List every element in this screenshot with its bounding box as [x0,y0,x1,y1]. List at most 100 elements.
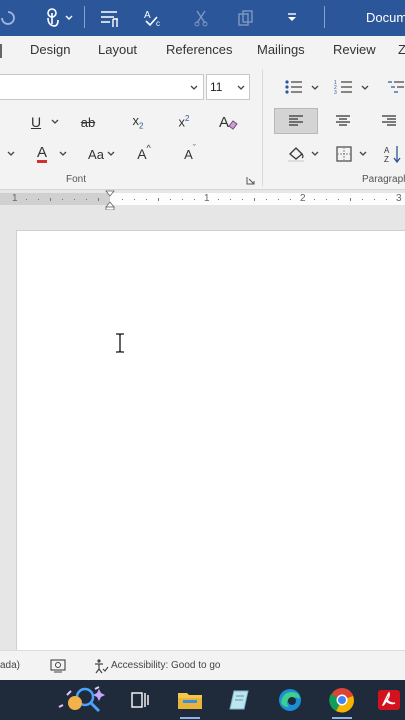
tab-mailings[interactable]: Mailings [257,42,305,57]
font-size-field[interactable]: 11 [206,74,250,100]
ribbon-tabs: Design Layout References Mailings Review… [0,36,405,66]
bullets-dropdown-icon[interactable] [310,82,320,94]
svg-text:c: c [156,19,160,28]
text-cursor-icon [113,331,127,355]
multilevel-list-icon[interactable] [384,76,405,98]
language-status[interactable]: ada) [0,660,20,671]
svg-text:3: 3 [334,90,337,95]
borders-dropdown-icon[interactable] [358,148,368,160]
taskbar-chrome[interactable] [320,680,364,720]
tab-references[interactable]: References [166,42,232,57]
font-group-label: Font [66,174,87,185]
strikethrough-button[interactable]: ab [76,110,100,134]
grow-font-icon: ^ [146,143,151,153]
grow-font-label: A [137,146,147,162]
underline-icon: U [30,114,42,130]
subscript-button[interactable]: x2 [126,110,150,134]
redo-icon[interactable] [0,6,18,30]
document-page[interactable] [16,230,405,650]
ruler-number: 1 [204,193,210,204]
align-left-button[interactable] [274,108,318,134]
change-case-dropdown-icon[interactable] [106,148,116,160]
ribbon: 11 A U ab x2 x2 A Aa A ^ Aˇ Font 1 2 3 A… [0,66,405,190]
font-color-dropdown-icon[interactable] [58,148,68,160]
cut-icon[interactable] [190,6,212,30]
font-name-dropdown-icon[interactable] [187,81,201,95]
spelling-check-icon[interactable]: Ac [140,6,166,30]
font-color-icon: A [36,144,47,163]
taskbar-search-highlight[interactable] [46,680,112,720]
ruler-number: 1 [12,193,18,204]
superscript-icon: x2 [178,114,190,130]
document-title: Docum [366,10,405,25]
numbering-icon[interactable]: 123 [332,76,356,98]
ruler-number: 2 [300,193,306,204]
superscript-button[interactable]: x2 [172,110,196,134]
acrobat-icon [377,690,400,710]
underline-dropdown-icon[interactable] [50,116,60,128]
change-case-label: Aa [88,146,104,162]
align-right-button[interactable] [376,108,402,134]
copy-icon[interactable] [234,6,258,30]
accessibility-icon[interactable] [92,656,110,676]
sort-icon[interactable]: AZ [380,142,405,166]
grow-font-button[interactable]: A ^ [132,142,156,166]
subscript-icon: x2 [132,113,144,131]
paragraph-group-label: Paragraph [362,174,405,185]
svg-text:Z: Z [384,155,389,164]
active-indicator [332,717,352,719]
align-center-button[interactable] [330,108,356,134]
edge-icon [279,689,301,711]
file-explorer-icon [178,693,202,709]
shading-icon[interactable] [284,142,308,166]
tab-partial-left[interactable] [0,44,4,58]
shrink-font-button[interactable]: Aˇ [178,142,202,166]
font-color-button[interactable]: A [30,142,54,166]
taskbar-edge[interactable] [268,680,312,720]
svg-text:A: A [384,146,390,155]
svg-text:A: A [219,114,229,131]
font-size-value: 11 [210,80,223,94]
taskbar-file-explorer[interactable] [168,680,212,720]
paragraph-marks-icon[interactable] [96,6,122,30]
customize-toolbar-icon[interactable] [282,6,302,30]
title-bar: Ac Docum [0,0,405,36]
status-bar: ada) Accessibility: Good to go [0,650,405,680]
tab-partial-right[interactable]: Z [398,42,405,57]
windows-taskbar [0,680,405,720]
font-dialog-launcher-icon[interactable] [244,174,256,186]
shading-dropdown-icon[interactable] [310,148,320,160]
highlight-dropdown-icon[interactable] [6,148,16,160]
taskbar-app[interactable] [218,680,262,720]
group-separator [262,70,263,186]
active-indicator [180,717,200,719]
ruler-number: 3 [396,193,402,204]
bullets-icon[interactable] [282,76,306,98]
touch-mode-icon[interactable] [40,6,64,30]
clear-formatting-icon[interactable]: A [214,110,242,134]
taskbar-acrobat[interactable] [370,680,405,720]
shrink-font-icon: ˇ [192,143,196,153]
tab-layout[interactable]: Layout [98,42,137,57]
align-center-icon [336,115,350,126]
touch-mode-dropdown-icon[interactable] [64,10,74,26]
tab-design[interactable]: Design [30,42,70,57]
align-left-icon [289,115,303,126]
notes-app-icon [229,690,249,710]
numbering-dropdown-icon[interactable] [360,82,370,94]
tab-review[interactable]: Review [333,42,376,57]
underline-button[interactable]: U [26,110,46,134]
search-highlight-icon [58,686,105,713]
font-name-field[interactable] [0,74,204,100]
shrink-font-label: A [184,146,193,162]
font-size-dropdown-icon[interactable] [235,81,247,95]
chrome-icon [329,688,354,713]
borders-icon[interactable] [332,142,356,166]
taskbar-task-view[interactable] [118,680,162,720]
track-changes-icon[interactable] [48,657,68,675]
change-case-button[interactable]: Aa [84,142,108,166]
accessibility-status[interactable]: Accessibility: Good to go [111,660,221,671]
strikethrough-icon: ab [80,114,96,130]
horizontal-ruler[interactable]: 1 1 2 3 [0,190,405,210]
align-right-icon [382,115,396,126]
